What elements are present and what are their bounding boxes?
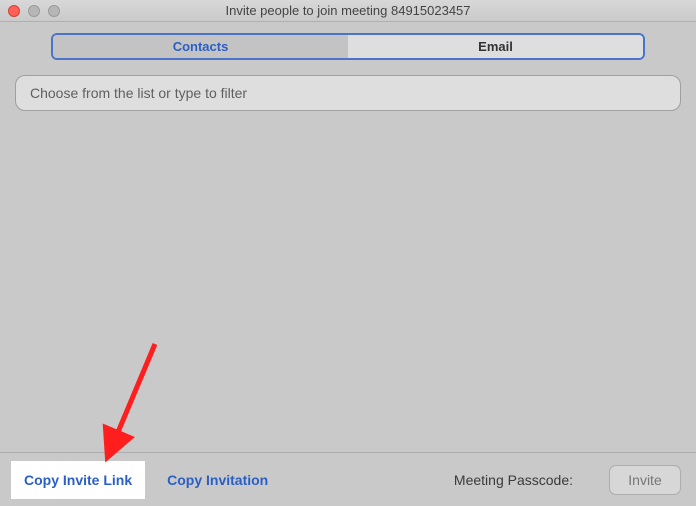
- filter-input[interactable]: [15, 75, 681, 111]
- copy-invitation-button[interactable]: Copy Invitation: [167, 472, 268, 488]
- close-window-button[interactable]: [8, 5, 20, 17]
- copy-invite-link-button[interactable]: Copy Invite Link: [11, 461, 145, 499]
- tab-email[interactable]: Email: [348, 35, 643, 58]
- meeting-passcode-label: Meeting Passcode:: [454, 472, 573, 488]
- traffic-lights: [8, 5, 60, 17]
- tab-contacts[interactable]: Contacts: [53, 35, 348, 58]
- invite-button[interactable]: Invite: [609, 465, 681, 495]
- minimize-window-button[interactable]: [28, 5, 40, 17]
- content-area: Contacts Email: [0, 22, 696, 452]
- tab-switcher: Contacts Email: [51, 33, 645, 60]
- footer-bar: Copy Invite Link Copy Invitation Meeting…: [0, 452, 696, 506]
- window-title: Invite people to join meeting 8491502345…: [0, 3, 696, 18]
- window-titlebar: Invite people to join meeting 8491502345…: [0, 0, 696, 22]
- zoom-window-button[interactable]: [48, 5, 60, 17]
